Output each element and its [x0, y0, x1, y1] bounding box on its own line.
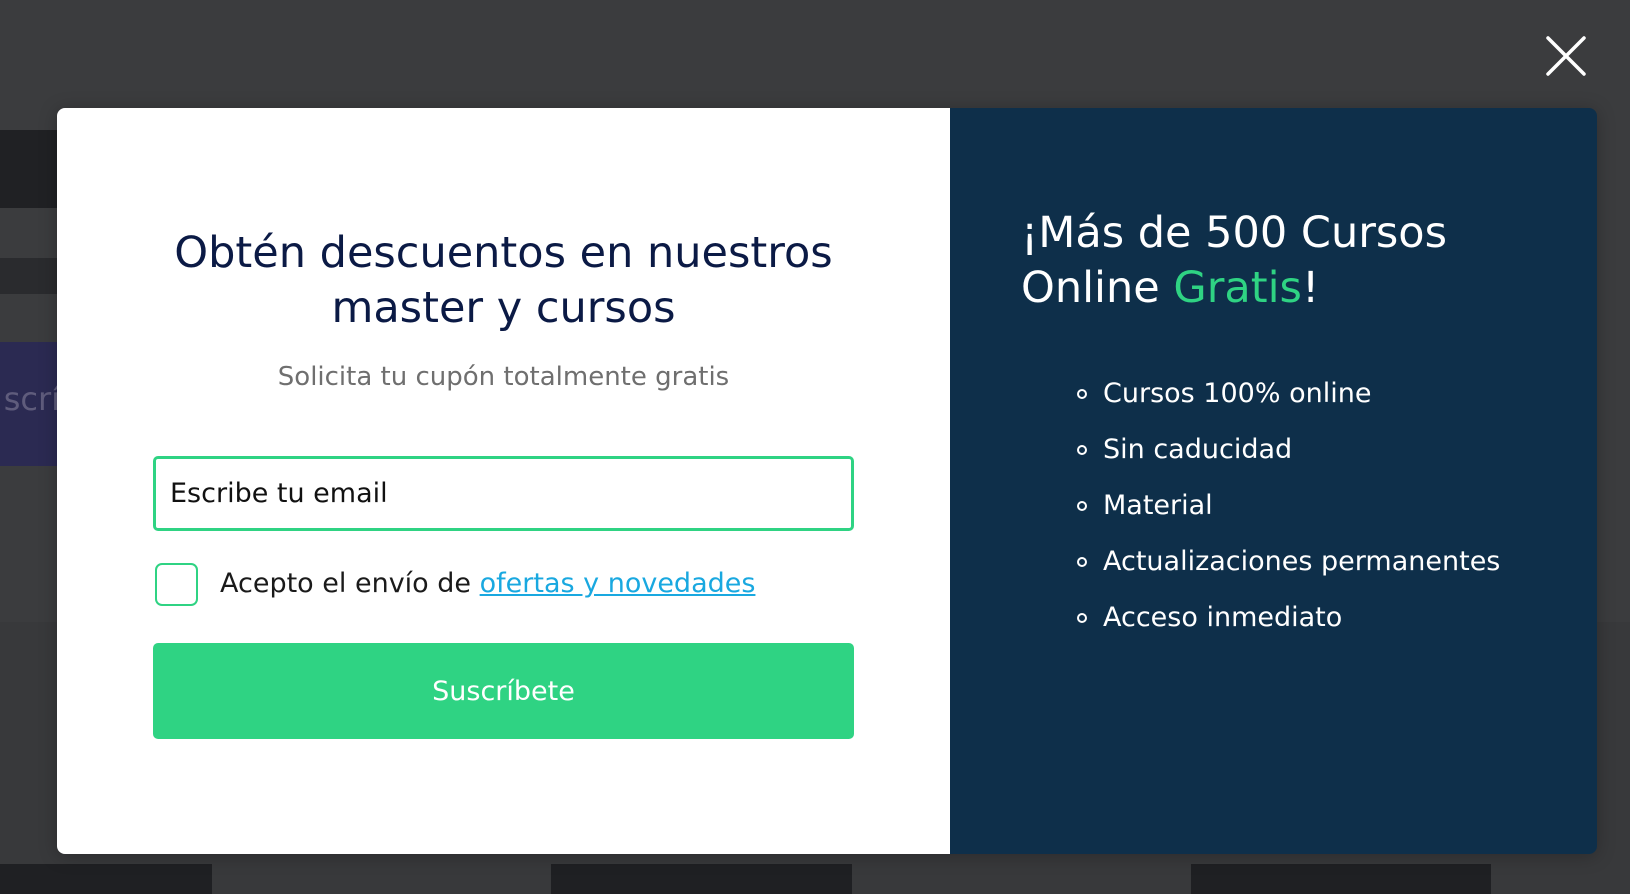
consent-label: Acepto el envío de ofertas y novedades — [220, 562, 755, 606]
background-card — [551, 864, 852, 894]
promo-title-end: ! — [1301, 263, 1320, 313]
offers-link[interactable]: ofertas y novedades — [480, 568, 756, 599]
promo-title-accent: Gratis — [1173, 263, 1302, 313]
email-input[interactable] — [153, 456, 854, 531]
circle-bullet-icon — [1077, 389, 1087, 399]
feature-item: Cursos 100% online — [1077, 372, 1500, 428]
feature-item: Material — [1077, 484, 1500, 540]
subscribe-modal: Obtén descuentos en nuestros master y cu… — [57, 108, 1597, 854]
consent-label-text: Acepto el envío de — [220, 568, 480, 599]
background-subscribe-button: scrí — [0, 342, 60, 466]
modal-title: Obtén descuentos en nuestros master y cu… — [174, 228, 833, 333]
subscribe-button[interactable]: Suscríbete — [153, 643, 854, 739]
circle-bullet-icon — [1077, 613, 1087, 623]
close-icon[interactable] — [1540, 30, 1592, 82]
consent-checkbox[interactable] — [155, 563, 198, 606]
feature-text: Cursos 100% online — [1103, 378, 1372, 409]
feature-item: Sin caducidad — [1077, 428, 1500, 484]
feature-item: Actualizaciones permanentes — [1077, 540, 1500, 596]
background-nav-bar — [0, 258, 60, 294]
feature-text: Acceso inmediato — [1103, 602, 1343, 633]
feature-item: Acceso inmediato — [1077, 596, 1500, 652]
circle-bullet-icon — [1077, 557, 1087, 567]
background-button-text: scrí — [3, 380, 60, 418]
feature-text: Actualizaciones permanentes — [1103, 546, 1501, 577]
feature-text: Material — [1103, 490, 1213, 521]
form-panel: Obtén descuentos en nuestros master y cu… — [57, 108, 950, 854]
circle-bullet-icon — [1077, 445, 1087, 455]
feature-list: Cursos 100% online Sin caducidad Materia… — [1077, 372, 1500, 652]
background-card — [0, 864, 212, 894]
promo-panel: ¡Más de 500 Cursos Online Gratis! Cursos… — [950, 108, 1597, 854]
background-card — [1191, 864, 1491, 894]
promo-title: ¡Más de 500 Cursos Online Gratis! — [1021, 206, 1581, 316]
background-header-bar — [0, 130, 60, 208]
modal-subtitle: Solicita tu cupón totalmente gratis — [277, 362, 730, 392]
feature-text: Sin caducidad — [1103, 434, 1293, 465]
circle-bullet-icon — [1077, 501, 1087, 511]
